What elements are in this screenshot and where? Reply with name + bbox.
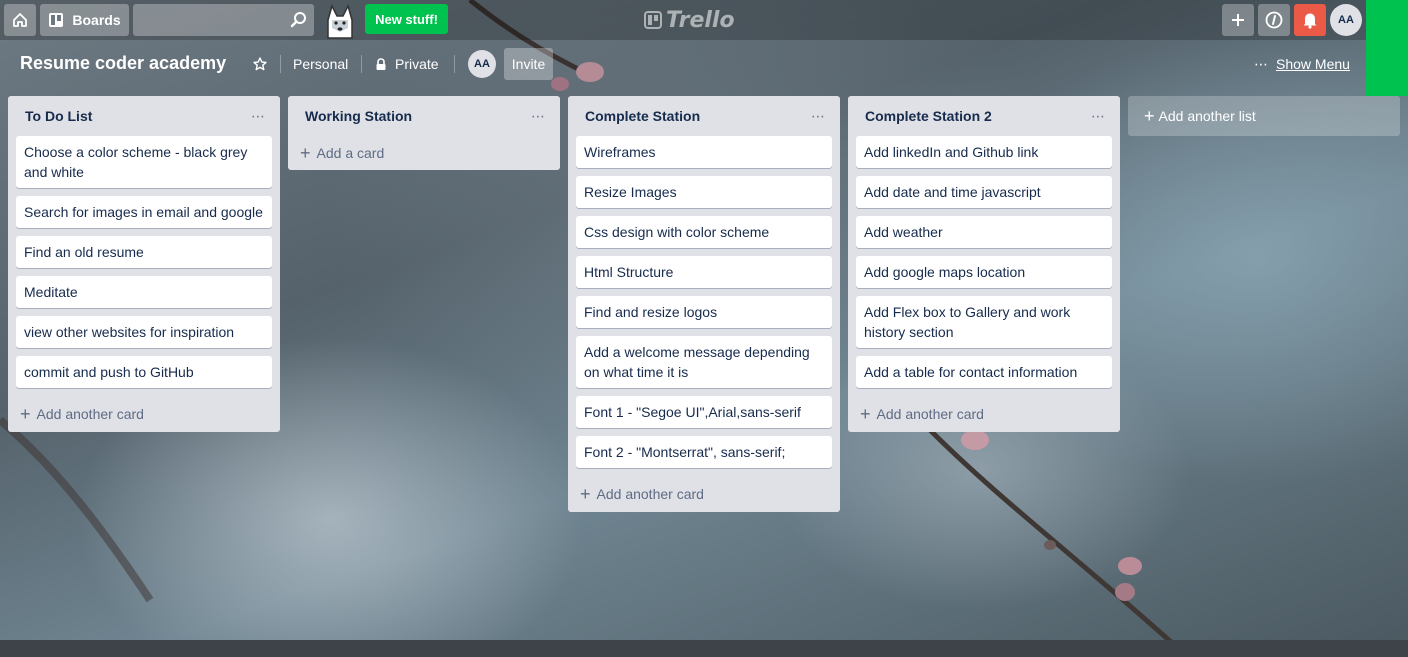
show-menu-label: Show Menu — [1276, 56, 1350, 72]
plus-icon: + — [1144, 105, 1155, 126]
more-icon: ⋯ — [1254, 55, 1268, 72]
card[interactable]: Add Flex box to Gallery and work history… — [856, 296, 1112, 348]
edge-accent — [1366, 0, 1408, 96]
notifications-button[interactable] — [1294, 4, 1326, 36]
add-card-button[interactable]: + Add another card — [848, 396, 1120, 432]
card[interactable]: Css design with color scheme — [576, 216, 832, 248]
list-working-station: Working Station ⋯ + Add a card — [288, 96, 560, 170]
card[interactable]: Font 2 - "Montserrat", sans-serif; — [576, 436, 832, 468]
add-card-label: Add another card — [876, 406, 984, 422]
search-input[interactable] — [133, 4, 283, 36]
list-header: Complete Station 2 ⋯ — [848, 96, 1120, 136]
bell-icon — [1303, 13, 1317, 29]
card[interactable]: Find and resize logos — [576, 296, 832, 328]
lock-icon — [376, 57, 386, 70]
search-icon[interactable] — [290, 11, 308, 29]
list-title[interactable]: Working Station — [305, 108, 412, 124]
card[interactable]: Html Structure — [576, 256, 832, 288]
list-title[interactable]: To Do List — [25, 108, 92, 124]
card[interactable]: Font 1 - "Segoe UI",Arial,sans-serif — [576, 396, 832, 428]
logo-text: Trello — [666, 7, 735, 33]
add-card-label: Add another card — [596, 486, 704, 502]
divider — [361, 55, 362, 73]
card[interactable]: view other websites for inspiration — [16, 316, 272, 348]
boards-icon — [49, 13, 64, 27]
divider — [280, 55, 281, 73]
info-icon — [1265, 11, 1283, 29]
visibility-button[interactable]: Private — [375, 48, 439, 80]
list-menu-icon[interactable]: ⋯ — [526, 104, 550, 128]
list-menu-icon[interactable]: ⋯ — [246, 104, 270, 128]
star-icon — [253, 57, 267, 71]
list-complete-station: Complete Station ⋯ Wireframes Resize Ima… — [568, 96, 840, 512]
card[interactable]: Choose a color scheme - black grey and w… — [16, 136, 272, 188]
add-card-button[interactable]: + Add another card — [568, 476, 840, 512]
user-avatar[interactable]: AA — [1330, 4, 1362, 36]
add-card-label: Add a card — [316, 145, 385, 161]
card[interactable]: Search for images in email and google — [16, 196, 272, 228]
plus-icon: + — [20, 404, 31, 424]
list-to-do: To Do List ⋯ Choose a color scheme - bla… — [8, 96, 280, 432]
search-field[interactable] — [133, 4, 314, 36]
create-button[interactable] — [1222, 4, 1254, 36]
team-button[interactable]: Personal — [293, 48, 348, 80]
card[interactable]: Add a welcome message depending on what … — [576, 336, 832, 388]
add-card-button[interactable]: + Add a card — [288, 136, 560, 170]
list-title[interactable]: Complete Station — [585, 108, 700, 124]
show-menu-button[interactable]: ⋯ Show Menu — [1254, 48, 1350, 80]
boards-label: Boards — [72, 12, 121, 28]
visibility-label: Private — [395, 56, 439, 72]
list-header: Working Station ⋯ — [288, 96, 560, 136]
add-card-button[interactable]: + Add another card — [8, 396, 280, 432]
card[interactable]: Meditate — [16, 276, 272, 308]
star-button[interactable] — [248, 48, 272, 80]
card[interactable]: Add linkedIn and Github link — [856, 136, 1112, 168]
trello-logo-icon — [644, 11, 662, 29]
plus-icon: + — [860, 404, 871, 424]
card[interactable]: Resize Images — [576, 176, 832, 208]
plus-icon: + — [580, 484, 591, 504]
trello-logo[interactable]: Trello — [644, 6, 735, 34]
card[interactable]: commit and push to GitHub — [16, 356, 272, 388]
bottom-strip — [0, 640, 1408, 657]
divider — [454, 55, 455, 73]
card[interactable]: Find an old resume — [16, 236, 272, 268]
invite-button[interactable]: Invite — [504, 48, 553, 80]
list-header: To Do List ⋯ — [8, 96, 280, 136]
home-button[interactable] — [4, 4, 36, 36]
list-title[interactable]: Complete Station 2 — [865, 108, 992, 124]
top-header: Boards New stuff! Trello AA — [0, 0, 1366, 40]
list-menu-icon[interactable]: ⋯ — [806, 104, 830, 128]
boards-button[interactable]: Boards — [40, 4, 129, 36]
card[interactable]: Add weather — [856, 216, 1112, 248]
plus-icon: + — [300, 143, 311, 163]
card[interactable]: Wireframes — [576, 136, 832, 168]
new-stuff-button[interactable]: New stuff! — [365, 4, 448, 34]
info-button[interactable] — [1258, 4, 1290, 36]
home-icon — [13, 13, 27, 27]
card[interactable]: Add date and time javascript — [856, 176, 1112, 208]
member-avatar[interactable]: AA — [468, 50, 496, 78]
add-list-button[interactable]: + Add another list — [1128, 96, 1400, 136]
add-list-label: Add another list — [1158, 108, 1256, 124]
add-card-label: Add another card — [36, 406, 144, 422]
list-menu-icon[interactable]: ⋯ — [1086, 104, 1110, 128]
list-complete-station-2: Complete Station 2 ⋯ Add linkedIn and Gi… — [848, 96, 1120, 432]
card[interactable]: Add a table for contact information — [856, 356, 1112, 388]
board-title[interactable]: Resume coder academy — [20, 53, 226, 74]
taco-mascot-icon[interactable] — [322, 2, 358, 40]
card[interactable]: Add google maps location — [856, 256, 1112, 288]
plus-icon — [1232, 14, 1244, 26]
list-header: Complete Station ⋯ — [568, 96, 840, 136]
